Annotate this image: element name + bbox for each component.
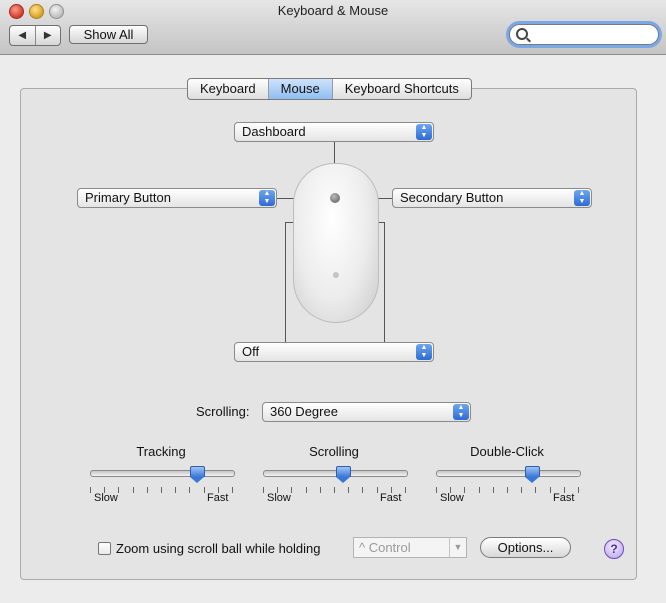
slider-tick [232,487,233,493]
zoom-checkbox-label[interactable]: Zoom using scroll ball while holding [116,541,321,556]
slider-tick [320,487,321,493]
top-button-popup[interactable]: Dashboard ▲ ▼ [234,122,434,142]
slider-max-label: Fast [207,492,229,504]
slider-title: Double-Click [470,444,544,459]
search-field[interactable] [509,24,659,45]
scrolling-label: Scrolling: [196,404,250,419]
zoom-modifier-popup[interactable]: ^ Control ▼ [353,537,467,558]
options-button[interactable]: Options... [480,537,571,558]
connector-line-bottom-left-v [285,222,286,342]
show-all-button[interactable]: Show All [69,25,148,44]
slider-tick [578,487,579,493]
slider-tick [405,487,406,493]
search-input[interactable] [530,27,652,42]
slider-tick [479,487,480,493]
window-toolbar: Keyboard & Mouse ◀ ▶ Show All [0,0,666,55]
slider-tick [521,487,522,493]
top-button-value: Dashboard [242,124,306,139]
back-arrow-icon[interactable]: ◀ [10,26,35,45]
slider-tick [291,487,292,493]
apple-logo-icon: ● [331,266,341,282]
scrolling-popup[interactable]: 360 Degree ▲ ▼ [262,402,471,422]
slider-tick [161,487,162,493]
slider-tick [507,487,508,493]
slider-track[interactable] [90,470,235,477]
slider-tick [189,487,190,493]
slider-min-label: Slow [94,492,118,504]
tab-keyboard-shortcuts[interactable]: Keyboard Shortcuts [331,79,471,99]
slider-tick [133,487,134,493]
slider-max-label: Fast [553,492,575,504]
zoom-modifier-value: ^ Control [359,540,411,555]
slider-thumb[interactable] [336,466,351,483]
bottom-button-value: Off [242,344,260,359]
popup-arrows-icon: ▲ ▼ [453,404,469,420]
slider-tick [436,487,437,493]
slider-tick [348,487,349,493]
left-button-popup[interactable]: Primary Button ▲ ▼ [77,188,277,208]
bottom-button-popup[interactable]: Off ▲ ▼ [234,342,434,362]
slider-tick [306,487,307,493]
slider-tick [362,487,363,493]
help-button[interactable]: ? [604,539,624,559]
slider-min-label: Slow [440,492,464,504]
left-button-value: Primary Button [85,190,171,205]
popup-arrows-icon: ▲ ▼ [259,190,275,206]
scroll-ball [330,193,340,203]
slider-tick [263,487,264,493]
slider-title: Tracking [136,444,186,459]
mighty-mouse-image: ● [293,163,379,323]
window-title: Keyboard & Mouse [277,3,389,18]
slider-tick [334,487,335,493]
slider-tick [493,487,494,493]
back-forward-control: ◀ ▶ [9,25,61,46]
slider-tick [377,487,378,493]
popup-arrows-icon: ▲ ▼ [416,344,432,360]
tab-bar: Keyboard Mouse Keyboard Shortcuts [187,78,472,100]
preferences-panel [20,88,637,580]
slider-tick [175,487,176,493]
tab-keyboard[interactable]: Keyboard [188,79,268,99]
tab-mouse[interactable]: Mouse [267,79,332,99]
slider-max-label: Fast [380,492,402,504]
popup-arrows-icon: ▲ ▼ [416,124,432,140]
popup-arrows-icon: ▲ ▼ [574,190,590,206]
forward-arrow-icon[interactable]: ▶ [34,26,61,45]
slider-tick [464,487,465,493]
scrolling-value: 360 Degree [270,404,338,419]
slider-tick [118,487,119,493]
slider-tick [535,487,536,493]
right-button-value: Secondary Button [400,190,504,205]
right-button-popup[interactable]: Secondary Button ▲ ▼ [392,188,592,208]
connector-line-bottom-right-v [384,222,385,342]
slider-track[interactable] [436,470,581,477]
slider-tick [90,487,91,493]
slider-thumb[interactable] [190,466,205,483]
slider-tick [204,487,205,493]
slider-thumb[interactable] [525,466,540,483]
slider-tick [147,487,148,493]
zoom-checkbox[interactable] [98,542,111,555]
slider-title: Scrolling [309,444,359,459]
slider-tick [550,487,551,493]
search-icon [516,28,528,40]
chevron-down-icon: ▼ [449,538,466,557]
slider-min-label: Slow [267,492,291,504]
